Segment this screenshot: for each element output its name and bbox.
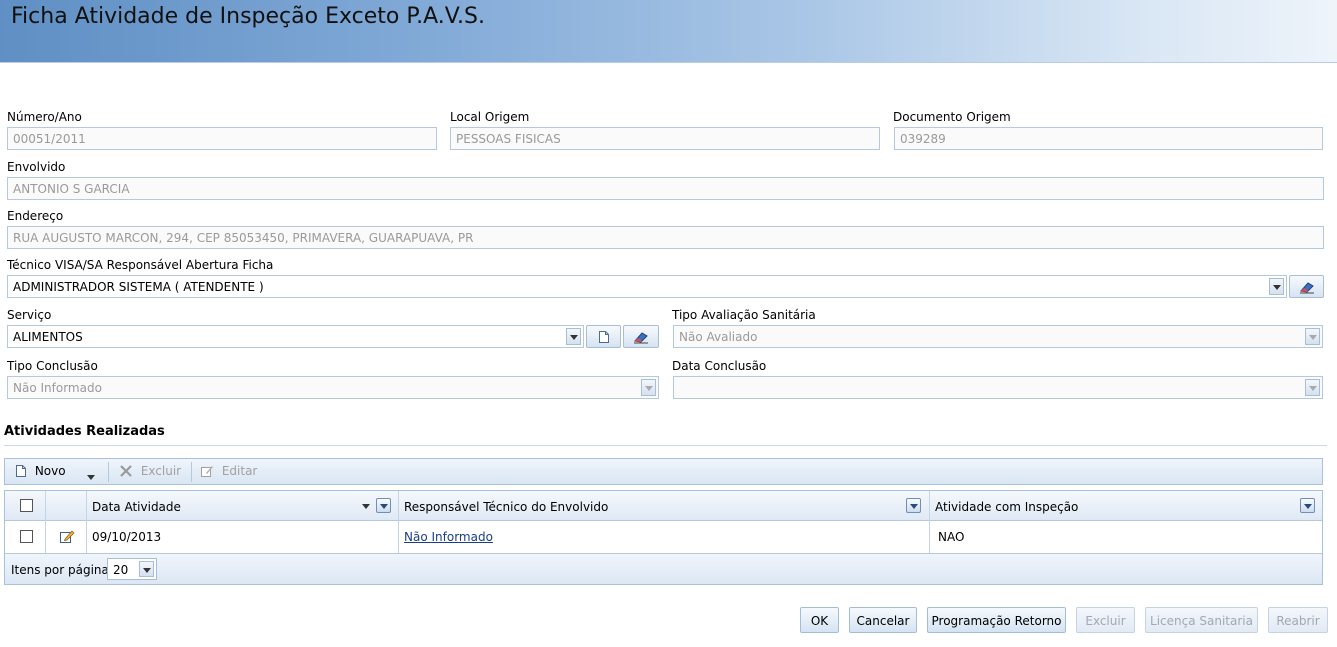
programacao-retorno-button[interactable]: Programação Retorno [927, 607, 1066, 633]
column-divider [86, 491, 87, 553]
grid-header: Data Atividade Responsável Técnico do En… [5, 491, 1322, 521]
chevron-down-icon[interactable] [1269, 278, 1284, 295]
toolbar-separator [191, 462, 192, 482]
tipo-avaliacao-value: Não Avaliado [679, 330, 758, 344]
tipo-conclusao-label: Tipo Conclusão [7, 359, 98, 373]
editar-toolbar-button[interactable]: Editar [200, 464, 257, 478]
novo-dropdown[interactable] [87, 469, 95, 483]
grid-pager: Itens por página: 20 [5, 553, 1322, 584]
clear-servico-button[interactable] [623, 325, 659, 348]
tipo-conclusao-combo[interactable]: Não Informado [7, 376, 659, 399]
data-conclusao-label: Data Conclusão [672, 359, 767, 373]
column-menu-icon[interactable] [376, 498, 391, 513]
select-all-checkbox[interactable] [20, 499, 33, 512]
envolvido-label: Envolvido [7, 160, 66, 174]
excluir-button[interactable]: Excluir [1076, 607, 1135, 633]
atividades-title: Atividades Realizadas [4, 424, 165, 439]
chevron-down-icon [1305, 379, 1320, 396]
column-header-inspecao[interactable]: Atividade com Inspeção [935, 500, 1078, 514]
sort-desc-icon [362, 504, 370, 509]
local-origem-field[interactable]: PESSOAS FISICAS [450, 127, 880, 150]
document-icon [16, 465, 26, 477]
column-header-responsavel[interactable]: Responsável Técnico do Envolvido [404, 500, 608, 514]
activities-toolbar: Novo Excluir Editar [4, 458, 1323, 485]
page-size-value: 20 [113, 563, 129, 577]
envolvido-field[interactable]: ANTONIO S GARCIA [7, 177, 1324, 200]
pager-label: Itens por página: [11, 563, 113, 577]
servico-value: ALIMENTOS [13, 330, 83, 344]
chevron-down-icon [87, 475, 95, 480]
edit-icon [201, 466, 213, 477]
column-divider [45, 491, 46, 553]
endereco-field[interactable]: RUA AUGUSTO MARCON, 294, CEP 85053450, P… [7, 226, 1324, 249]
documento-origem-field[interactable]: 039289 [894, 127, 1323, 150]
edit-row-button[interactable] [59, 529, 75, 547]
edit-icon [60, 530, 75, 543]
column-divider [929, 491, 930, 553]
cancelar-button[interactable]: Cancelar [849, 607, 917, 633]
chevron-down-icon[interactable] [139, 561, 154, 577]
reabrir-button[interactable]: Reabrir [1268, 607, 1328, 633]
excluir-label: Excluir [140, 464, 182, 478]
chevron-down-icon [641, 379, 656, 396]
clear-tecnico-button[interactable] [1289, 275, 1324, 298]
numero-ano-field[interactable]: 00051/2011 [7, 127, 437, 150]
cell-data: 09/10/2013 [92, 530, 162, 544]
page-size-select[interactable]: 20 [107, 558, 157, 580]
tipo-avaliacao-label: Tipo Avaliação Sanitária [672, 308, 816, 322]
tecnico-combo[interactable]: ADMINISTRADOR SISTEMA ( ATENDENTE ) [7, 275, 1287, 298]
delete-icon [120, 465, 132, 477]
section-divider [4, 445, 1327, 446]
tecnico-value: ADMINISTRADOR SISTEMA ( ATENDENTE ) [13, 280, 264, 294]
cell-inspecao: NAO [938, 530, 965, 544]
activities-grid: Data Atividade Responsável Técnico do En… [4, 490, 1323, 585]
data-conclusao-combo[interactable] [673, 376, 1323, 399]
novo-label: Novo [34, 464, 66, 478]
tipo-conclusao-value: Não Informado [13, 381, 102, 395]
chevron-down-icon [1305, 328, 1320, 345]
new-servico-button[interactable] [586, 325, 621, 348]
eraser-icon [1299, 281, 1314, 293]
column-divider [398, 491, 399, 553]
endereco-label: Endereço [7, 209, 64, 223]
novo-button[interactable]: Novo [15, 464, 66, 478]
servico-combo[interactable]: ALIMENTOS [7, 325, 584, 348]
editar-label: Editar [221, 464, 258, 478]
chevron-down-icon[interactable] [566, 328, 581, 345]
licenca-sanitaria-button[interactable]: Licença Sanitaria [1145, 607, 1258, 633]
row-checkbox[interactable] [20, 530, 33, 543]
document-icon [598, 330, 609, 343]
page-header: Ficha Atividade de Inspeção Exceto P.A.V… [0, 0, 1337, 63]
eraser-icon [634, 331, 648, 343]
numero-ano-label: Número/Ano [7, 110, 82, 124]
tecnico-label: Técnico VISA/SA Responsável Abertura Fic… [7, 258, 274, 272]
page-title: Ficha Atividade de Inspeção Exceto P.A.V… [11, 4, 485, 29]
column-menu-icon[interactable] [1300, 498, 1315, 513]
servico-label: Serviço [7, 308, 52, 322]
excluir-toolbar-button[interactable]: Excluir [119, 464, 181, 478]
tipo-avaliacao-combo[interactable]: Não Avaliado [673, 325, 1323, 348]
toolbar-separator [108, 462, 109, 482]
column-header-data[interactable]: Data Atividade [92, 500, 181, 514]
documento-origem-label: Documento Origem [893, 110, 1011, 124]
cell-responsavel-link[interactable]: Não Informado [404, 530, 493, 544]
local-origem-label: Local Origem [450, 110, 530, 124]
ok-button[interactable]: OK [800, 607, 839, 633]
column-menu-icon[interactable] [906, 498, 921, 513]
